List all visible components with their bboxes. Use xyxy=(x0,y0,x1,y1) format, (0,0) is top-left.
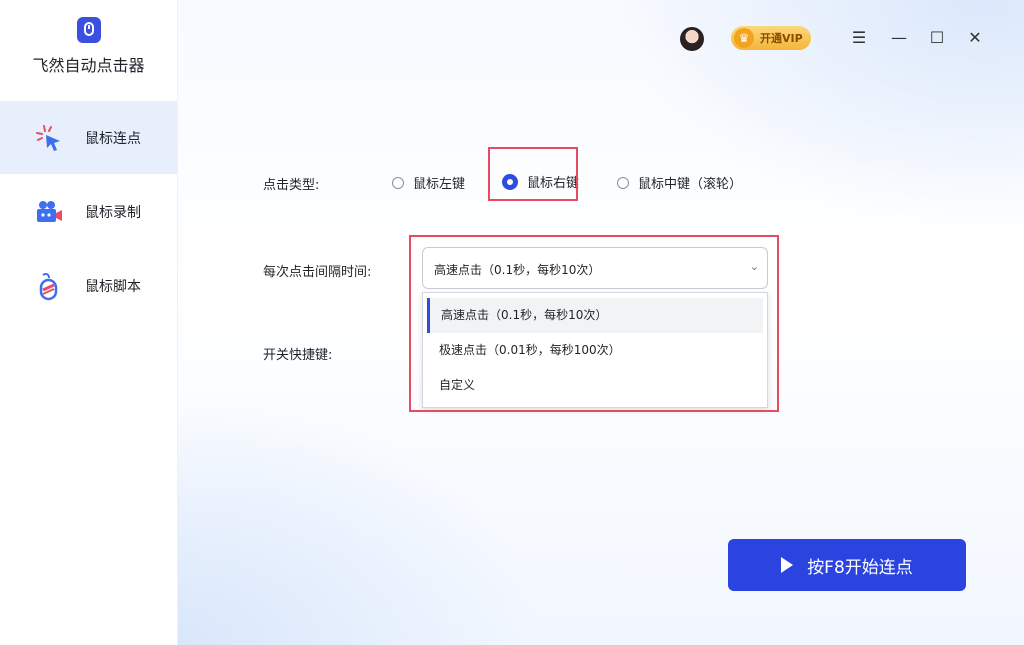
sidebar-item-mouse-record[interactable]: 鼠标录制 xyxy=(0,175,177,248)
radio-left-button[interactable]: 鼠标左键 xyxy=(392,173,465,192)
radio-right-button[interactable]: 鼠标右键 xyxy=(502,172,579,191)
close-icon[interactable]: ✕ xyxy=(963,26,987,50)
sidebar-item-mouse-click[interactable]: 鼠标连点 xyxy=(0,101,177,174)
dropdown-option[interactable]: 极速点击（0.01秒，每秒100次） xyxy=(427,333,763,368)
app-logo-icon xyxy=(77,17,101,43)
video-camera-icon xyxy=(37,200,62,222)
radio-circle xyxy=(392,176,404,189)
sidebar-item-label: 鼠标连点 xyxy=(85,130,141,147)
radio-label: 鼠标中键（滚轮） xyxy=(638,177,743,192)
menu-icon[interactable]: ☰ xyxy=(847,26,871,50)
sidebar-item-label: 鼠标脚本 xyxy=(85,278,141,295)
user-avatar[interactable] xyxy=(680,27,704,51)
interval-dropdown: 高速点击（0.1秒，每秒10次） 极速点击（0.01秒，每秒100次） 自定义 xyxy=(422,292,768,408)
hotkey-label: 开关快捷键: xyxy=(263,348,333,363)
vip-button[interactable]: ♛ 开通VIP xyxy=(731,26,811,50)
interval-label: 每次点击间隔时间: xyxy=(263,265,372,280)
start-button-label: 按F8开始连点 xyxy=(807,557,913,578)
mouse-script-icon xyxy=(39,272,58,300)
crown-icon: ♛ xyxy=(734,28,754,48)
vip-label: 开通VIP xyxy=(760,32,803,45)
sidebar-item-label: 鼠标录制 xyxy=(85,204,141,221)
click-type-label: 点击类型: xyxy=(263,178,320,193)
maximize-icon[interactable]: ☐ xyxy=(925,26,949,50)
radio-middle-button[interactable]: 鼠标中键（滚轮） xyxy=(617,173,742,192)
cursor-click-icon xyxy=(36,124,60,151)
radio-circle-checked xyxy=(502,173,518,190)
radio-label: 鼠标右键 xyxy=(527,176,580,191)
sidebar: 飞然自动点击器 鼠标连点 鼠标录制 鼠标脚本 xyxy=(0,0,178,645)
dropdown-option[interactable]: 高速点击（0.1秒，每秒10次） xyxy=(427,298,763,333)
sidebar-item-mouse-script[interactable]: 鼠标脚本 xyxy=(0,249,177,322)
interval-select-value: 高速点击（0.1秒，每秒10次） xyxy=(434,263,601,277)
app-title: 飞然自动点击器 xyxy=(32,56,145,75)
interval-select[interactable]: 高速点击（0.1秒，每秒10次） ⌄ xyxy=(422,247,768,289)
radio-label: 鼠标左键 xyxy=(413,177,466,192)
dropdown-option[interactable]: 自定义 xyxy=(427,368,763,403)
start-clicking-button[interactable]: 按F8开始连点 xyxy=(728,539,966,591)
minimize-icon[interactable]: — xyxy=(887,26,911,50)
chevron-down-icon: ⌄ xyxy=(749,260,759,273)
radio-circle xyxy=(617,176,629,189)
play-icon xyxy=(781,557,794,573)
